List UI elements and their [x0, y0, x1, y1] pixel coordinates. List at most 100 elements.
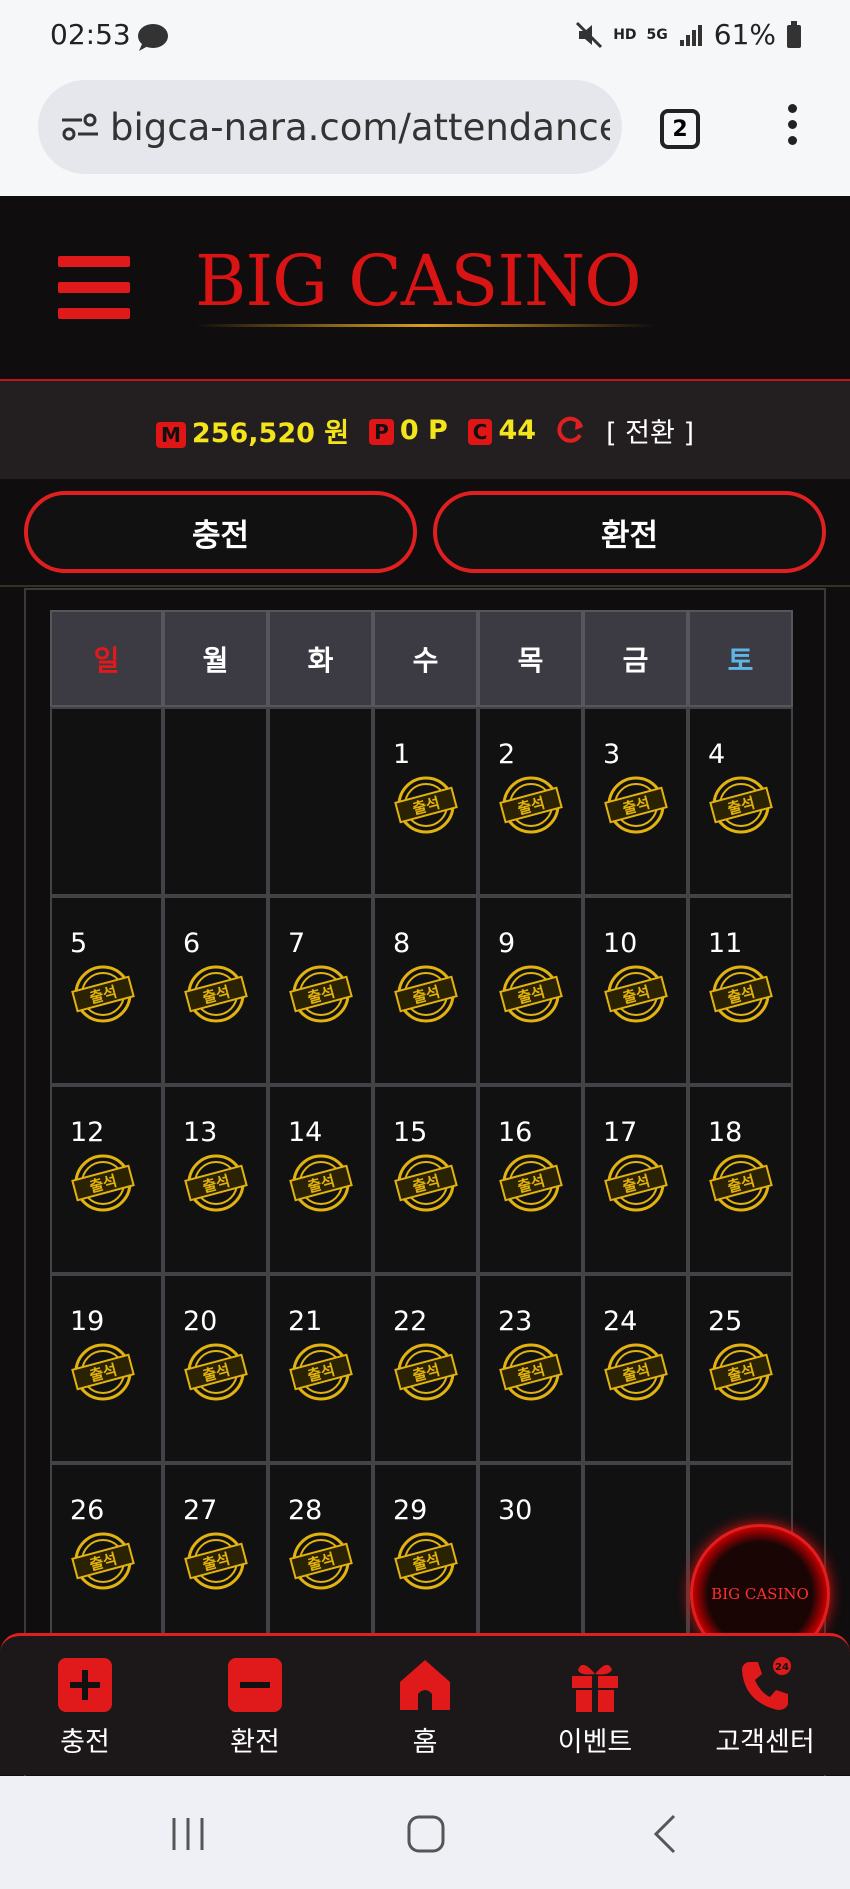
- site-logo[interactable]: BIG CASINO: [195, 240, 642, 322]
- calendar-week: 12 출석 13 출석 14 출석 15 출석 16 출석 17 출석 18 출석: [50, 1085, 793, 1274]
- calendar-day: 15 출석: [373, 1085, 478, 1274]
- svg-text:24: 24: [775, 1662, 789, 1673]
- attendance-stamp-icon: 출석: [604, 776, 668, 834]
- exchange-button[interactable]: 환전: [433, 491, 826, 573]
- attendance-stamp-icon: 출석: [499, 1154, 563, 1212]
- attendance-stamp-icon: 출석: [71, 1154, 135, 1212]
- back-icon[interactable]: [650, 1812, 680, 1860]
- day-number: 25: [708, 1306, 743, 1337]
- attendance-stamp-icon: 출석: [184, 1343, 248, 1401]
- recent-apps-icon[interactable]: [170, 1816, 210, 1856]
- nav-item-gift[interactable]: 이벤트: [510, 1636, 680, 1775]
- calendar-day: [163, 707, 268, 896]
- hamburger-menu-icon[interactable]: [58, 256, 130, 320]
- clock: 02:53: [50, 18, 131, 51]
- day-number: 3: [603, 739, 621, 770]
- calendar-day: 28 출석: [268, 1463, 373, 1652]
- attendance-stamp-icon: 출석: [289, 1532, 353, 1590]
- day-number: 30: [498, 1495, 533, 1526]
- attendance-stamp-icon: 출석: [604, 965, 668, 1023]
- calendar-day: 19 출석: [50, 1274, 163, 1463]
- day-number: 26: [70, 1495, 105, 1526]
- calendar-day: 27 출석: [163, 1463, 268, 1652]
- attendance-stamp-icon: 출석: [289, 1343, 353, 1401]
- attendance-stamp-icon: 출석: [709, 1343, 773, 1401]
- weekday-header: 일월화수목금토: [50, 610, 793, 707]
- address-bar[interactable]: bigca-nara.com/attendance2: [38, 80, 622, 174]
- calendar-day: 29 출석: [373, 1463, 478, 1652]
- tab-switcher-button[interactable]: 2: [660, 109, 700, 149]
- day-number: 7: [288, 928, 306, 959]
- action-buttons: 충전 환전: [0, 479, 850, 587]
- calendar-day: 4 출석: [688, 707, 793, 896]
- calendar-day: 9 출석: [478, 896, 583, 1085]
- attendance-stamp-icon: 출석: [709, 965, 773, 1023]
- bottom-navigation: 충전 환전 홈 이벤트 24 고객센터: [0, 1633, 850, 1775]
- attendance-stamp-icon: 출석: [71, 1532, 135, 1590]
- status-icons: HD 5G 61%: [575, 18, 802, 51]
- day-number: 12: [70, 1117, 105, 1148]
- battery-icon: [787, 20, 801, 48]
- weekday-label: 토: [688, 610, 793, 707]
- nav-item-label: 고객센터: [715, 1727, 815, 1758]
- comp-badge: C: [467, 418, 493, 445]
- point-balance: P0 P: [369, 415, 448, 446]
- gift-icon: [572, 1664, 618, 1712]
- phone-24-icon: 24: [742, 1657, 791, 1710]
- attendance-stamp-icon: 출석: [394, 965, 458, 1023]
- calendar-day: 10 출석: [583, 896, 688, 1085]
- day-number: 14: [288, 1117, 323, 1148]
- url-text[interactable]: bigca-nara.com/attendance2: [110, 106, 610, 149]
- logo-underline: [195, 324, 655, 327]
- calendar-week: 1 출석 2 출석 3 출석 4 출석: [50, 707, 793, 896]
- attendance-calendar: 일 월 화 수 목 금 토 1 출석 2 출석 3 출석 4 출석 5 출석 6 출석 7 출석 8 출석 9 출석 10 출석 11…: [50, 610, 793, 1652]
- day-number: 11: [708, 928, 743, 959]
- plus-icon: [58, 1658, 112, 1712]
- calendar-day: 16 출석: [478, 1085, 583, 1274]
- weekday-label: 수: [373, 610, 478, 707]
- day-number: 24: [603, 1306, 638, 1337]
- calendar-day: 21 출석: [268, 1274, 373, 1463]
- site-header: BIG CASINO: [0, 196, 850, 381]
- day-number: 9: [498, 928, 516, 959]
- nav-item-plus[interactable]: 충전: [0, 1636, 170, 1775]
- calendar-day: 24 출석: [583, 1274, 688, 1463]
- system-navigation-bar: [0, 1776, 850, 1889]
- money-balance: M 256,520 원: [156, 411, 349, 450]
- day-number: 8: [393, 928, 411, 959]
- calendar-day: 30: [478, 1463, 583, 1652]
- day-number: 20: [183, 1306, 218, 1337]
- calendar-day: 7 출석: [268, 896, 373, 1085]
- attendance-stamp-icon: 출석: [709, 1154, 773, 1212]
- attendance-stamp-icon: 출석: [184, 1532, 248, 1590]
- calendar-day: 12 출석: [50, 1085, 163, 1274]
- convert-button[interactable]: [ 전환 ]: [606, 411, 694, 450]
- home-icon: [400, 1660, 450, 1710]
- charge-button[interactable]: 충전: [24, 491, 417, 573]
- minus-icon: [228, 1658, 282, 1712]
- calendar-day: [50, 707, 163, 896]
- day-number: 28: [288, 1495, 323, 1526]
- nav-item-phone-24[interactable]: 24 고객센터: [680, 1636, 850, 1775]
- point-badge: P: [369, 418, 394, 445]
- attendance-stamp-icon: 출석: [184, 965, 248, 1023]
- site-settings-icon[interactable]: [60, 110, 100, 144]
- attendance-stamp-icon: 출석: [289, 1154, 353, 1212]
- day-number: 18: [708, 1117, 743, 1148]
- network-type: 5G: [646, 26, 668, 43]
- calendar-day: 11 출석: [688, 896, 793, 1085]
- day-number: 21: [288, 1306, 323, 1337]
- calendar-day: 25 출석: [688, 1274, 793, 1463]
- refresh-icon[interactable]: [556, 415, 586, 445]
- attendance-stamp-icon: 출석: [604, 1343, 668, 1401]
- nav-item-label: 홈: [412, 1727, 438, 1758]
- nav-item-minus[interactable]: 환전: [170, 1636, 340, 1775]
- day-number: 19: [70, 1306, 105, 1337]
- day-number: 4: [708, 739, 726, 770]
- calendar-day: 5 출석: [50, 896, 163, 1085]
- mute-icon: [576, 21, 603, 48]
- home-system-icon[interactable]: [406, 1814, 446, 1858]
- browser-menu-icon[interactable]: [782, 104, 802, 152]
- nav-item-home[interactable]: 홈: [340, 1636, 510, 1775]
- day-number: 6: [183, 928, 201, 959]
